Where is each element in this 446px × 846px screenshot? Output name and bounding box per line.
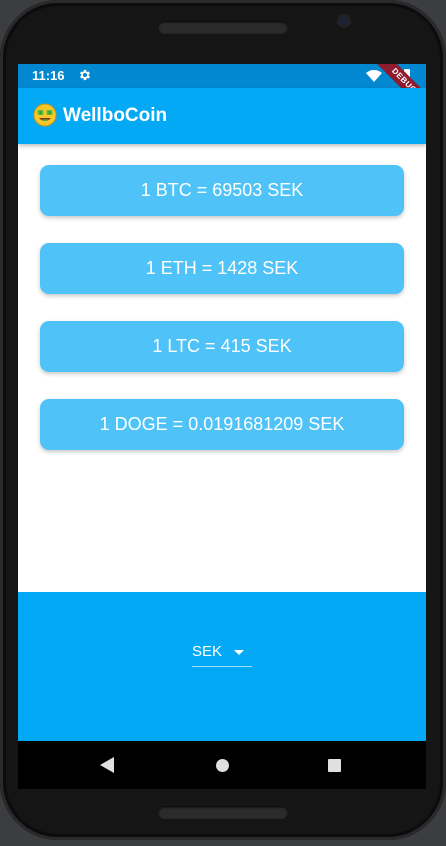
rate-card-doge[interactable]: 1 DOGE = 0.0191681209 SEK (40, 399, 404, 450)
rate-card-ltc[interactable]: 1 LTC = 415 SEK (40, 321, 404, 372)
currency-panel: SEK (18, 592, 426, 741)
svg-text:$: $ (48, 110, 51, 116)
top-speaker (158, 21, 288, 34)
system-nav-bar (18, 741, 426, 789)
rate-card-btc[interactable]: 1 BTC = 69503 SEK (40, 165, 404, 216)
bottom-speaker (158, 806, 288, 819)
back-triangle-icon[interactable] (100, 757, 114, 773)
app-title: WellboCoin (63, 105, 168, 126)
front-camera (339, 16, 349, 26)
phone-frame: 11:16 DEBUG $ $ WellboCoin 1 BTC = 69503… (0, 0, 446, 840)
rate-list: 1 BTC = 69503 SEK 1 ETH = 1428 SEK 1 LTC… (40, 165, 404, 477)
recents-square-icon[interactable] (328, 759, 341, 772)
app-bar: $ $ WellboCoin (18, 88, 426, 144)
money-face-emoji-icon: $ $ (33, 103, 57, 127)
status-bar: 11:16 DEBUG (18, 64, 426, 122)
gear-icon (79, 69, 91, 81)
rate-card-eth[interactable]: 1 ETH = 1428 SEK (40, 243, 404, 294)
status-time: 11:16 (32, 68, 65, 83)
svg-text:$: $ (39, 110, 42, 116)
currency-dropdown[interactable]: SEK (192, 642, 252, 667)
wifi-icon (366, 70, 382, 82)
currency-dropdown-value: SEK (192, 643, 223, 660)
home-circle-icon[interactable] (216, 759, 229, 772)
device-screen: 11:16 DEBUG $ $ WellboCoin 1 BTC = 69503… (18, 64, 426, 741)
caret-down-icon (234, 650, 244, 655)
